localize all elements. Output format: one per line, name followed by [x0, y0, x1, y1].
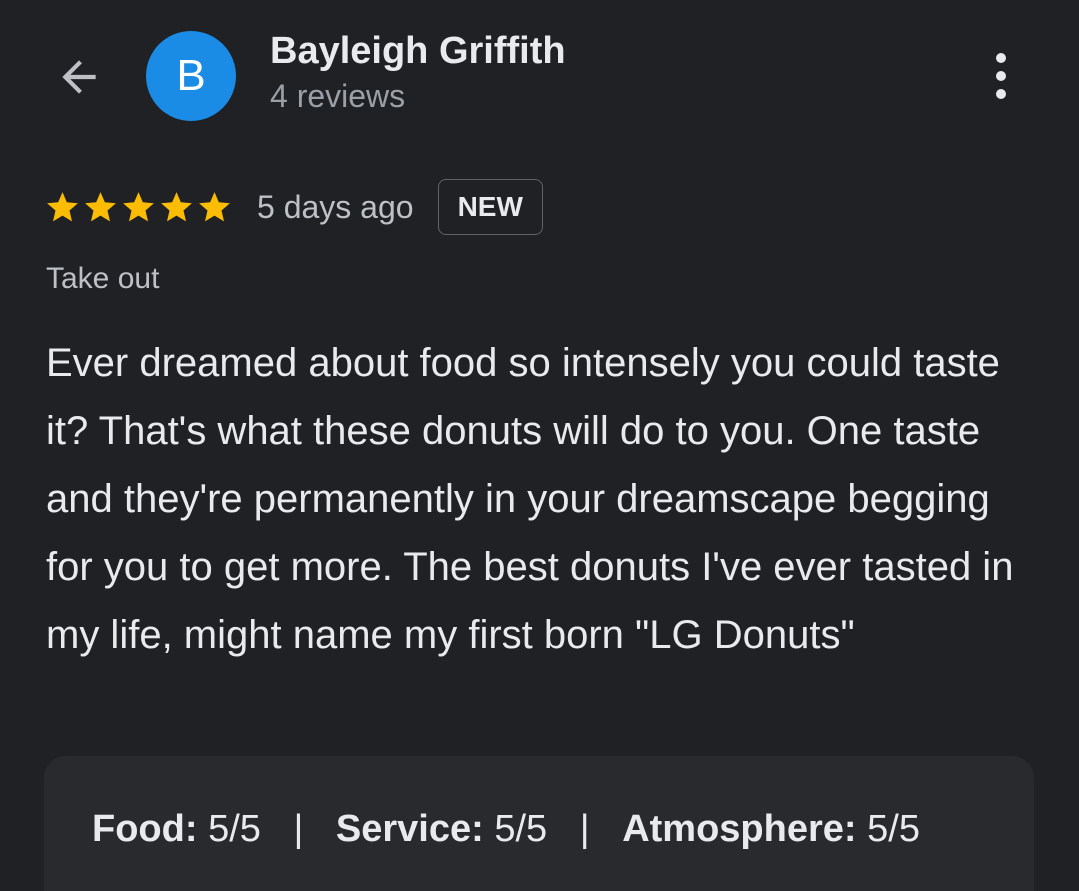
star-icon [199, 191, 230, 221]
separator: | [579, 808, 590, 850]
back-button[interactable] [52, 50, 106, 104]
atmosphere-rating-label: Atmosphere: [622, 808, 857, 850]
service-rating-label: Service: [335, 808, 484, 850]
service-rating-value: 5/5 [494, 808, 548, 850]
more-options-button[interactable] [976, 48, 1026, 104]
service-type: Take out [46, 262, 160, 295]
new-badge: NEW [437, 179, 543, 235]
more-vert-icon-dot [996, 71, 1006, 81]
star-icon [85, 191, 116, 221]
review-date: 5 days ago [257, 188, 414, 225]
rating-row: 5 days ago NEW [44, 176, 543, 238]
star-icon [47, 191, 78, 221]
ratings-line: Food: 5/5 | Service: 5/5 | Atmosphere: 5… [92, 808, 920, 851]
star-icon [161, 191, 192, 221]
more-vert-icon-dot [996, 89, 1006, 99]
atmosphere-rating-value: 5/5 [867, 808, 920, 850]
avatar[interactable]: B [146, 31, 236, 121]
star-icon [123, 191, 154, 221]
reviewer-name[interactable]: Bayleigh Griffith [270, 30, 566, 73]
arrow-left-icon [62, 60, 96, 94]
separator: | [293, 808, 304, 850]
more-vert-icon-dot [996, 53, 1006, 63]
review-detail-screen: B Bayleigh Griffith 4 reviews 5 days ago… [0, 0, 1079, 891]
food-rating-label: Food: [92, 808, 198, 850]
star-rating [44, 189, 233, 226]
food-rating-value: 5/5 [208, 808, 261, 850]
ratings-summary-card: Food: 5/5 | Service: 5/5 | Atmosphere: 5… [44, 756, 1034, 891]
review-count: 4 reviews [270, 78, 406, 114]
review-text: Ever dreamed about food so intensely you… [46, 341, 1014, 657]
